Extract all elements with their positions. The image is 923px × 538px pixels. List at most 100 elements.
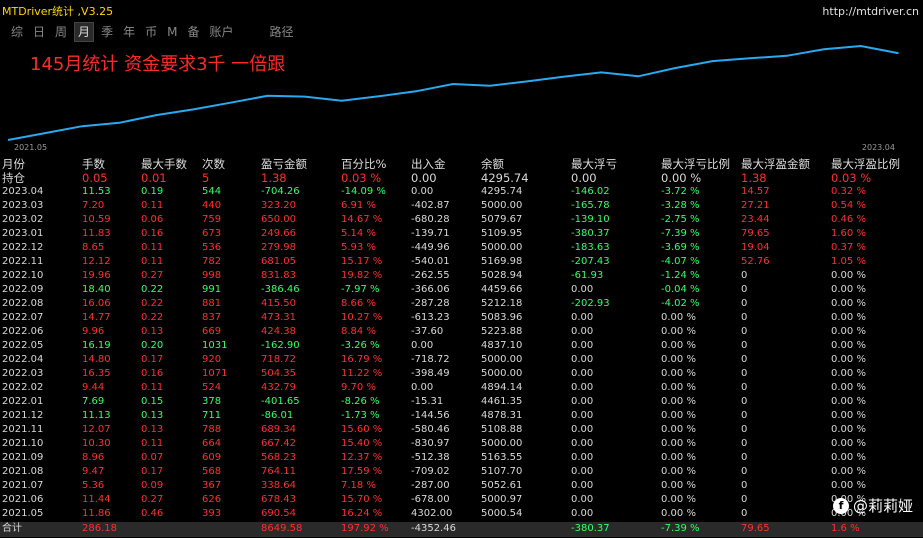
equity-point <box>526 80 528 83</box>
tab-4[interactable]: 季 <box>98 23 116 41</box>
table-row-cell-10: 0 <box>741 466 748 477</box>
table-row-cell-8: 0.00 <box>571 466 594 477</box>
table-row-cell-0: 2022.01 <box>2 396 44 407</box>
tab-9[interactable]: 账户 <box>206 23 236 41</box>
tab-6[interactable]: 币 <box>142 23 160 41</box>
table-row-cell-5: 17.59 % <box>341 466 383 477</box>
table-hold-row-cell-4: 1.38 <box>261 171 287 185</box>
title-bar: MTDriver统计 ,V3.25 http://mtdriver.cn <box>0 0 923 22</box>
table-row-cell-6: -680.28 <box>411 214 450 225</box>
table-row: 2021.12 11.13 0.13 711 -86.01 -1.73 % -144.56 4… <box>0 409 923 423</box>
table-row-cell-0: 2022.05 <box>2 340 44 351</box>
table-row-cell-5: 16.79 % <box>341 354 383 365</box>
table-row-cell-2: 0.11 <box>141 438 164 449</box>
tab-8[interactable]: 备 <box>184 23 202 41</box>
table-row-cell-0: 2023.04 <box>2 186 44 197</box>
equity-point <box>674 67 677 69</box>
table-row-cell-7: 5000.54 <box>481 508 523 519</box>
table-row-cell-11: 0.46 % <box>831 214 866 225</box>
tab-2[interactable]: 周 <box>52 23 70 41</box>
table-row-cell-6: -37.60 <box>411 326 444 337</box>
table-row-cell-7: 5083.96 <box>481 312 523 323</box>
table-row-cell-8: 0.00 <box>571 494 594 505</box>
table-row-cell-7: 5107.70 <box>481 466 523 477</box>
table-row-cell-2: 0.17 <box>141 466 164 477</box>
table-row-cell-9: -3.28 % <box>661 200 700 211</box>
table-row-cell-11: 0.37 % <box>831 242 866 253</box>
equity-point <box>489 84 491 87</box>
table-row-cell-8: 0.00 <box>571 410 594 421</box>
table-row-cell-10: 0 <box>741 508 748 519</box>
table-row-cell-2: 0.19 <box>141 186 164 197</box>
table-row-cell-4: -704.26 <box>261 186 300 197</box>
table-row-cell-2: 0.06 <box>141 214 164 225</box>
table-row-cell-8: -61.93 <box>571 270 604 281</box>
table-row-cell-4: 323.20 <box>261 200 296 211</box>
table-row-cell-7: 5079.67 <box>481 214 523 225</box>
table-header-cell-2: 最大手数 <box>141 157 187 171</box>
table-row-cell-3: 782 <box>202 256 222 267</box>
tab-3[interactable]: 月 <box>74 22 95 42</box>
table-row-cell-9: 0.00 % <box>661 368 696 379</box>
tab-7[interactable]: M <box>164 23 180 41</box>
table-row-cell-8: -207.43 <box>571 256 610 267</box>
table-row: 2022.06 9.96 0.13 669 424.38 8.84 % -37.60 5223… <box>0 325 923 339</box>
table-row-cell-7: 5108.88 <box>481 424 523 435</box>
equity-point <box>81 125 83 127</box>
tab-0[interactable]: 综 <box>8 23 26 41</box>
table-row-cell-5: 6.91 % <box>341 200 376 211</box>
table-row: 2021.05 11.86 0.46 393 690.54 16.24 % 4302.00 5… <box>0 507 923 521</box>
table-row-cell-5: 5.93 % <box>341 242 376 253</box>
table-hold-row-cell-5: 0.03 % <box>341 171 382 185</box>
table-hold-row-cell-8: 0.00 <box>571 171 597 185</box>
table-row: 2022.07 14.77 0.22 837 473.31 10.27 % -613.23 5… <box>0 311 923 325</box>
equity-point <box>748 57 751 60</box>
table-row-cell-3: 664 <box>202 438 222 449</box>
table-row-cell-9: -4.07 % <box>661 256 700 267</box>
table-row: 2021.07 5.36 0.09 367 338.64 7.18 % -287.00 505… <box>0 479 923 493</box>
table-row-cell-1: 9.44 <box>82 382 105 393</box>
equity-point <box>860 45 862 47</box>
table-row-cell-5: 14.67 % <box>341 214 383 225</box>
x-axis-end-label: 2023.04 <box>861 143 895 152</box>
table-row-cell-7: 5000.97 <box>481 494 523 505</box>
table-row-cell-5: 12.37 % <box>341 452 383 463</box>
equity-point <box>897 52 899 54</box>
table-row: 2022.09 18.40 0.22 991 -386.46 -7.97 % -366.06… <box>0 283 923 297</box>
table-row-cell-1: 7.69 <box>82 396 105 407</box>
table-row-cell-1: 11.86 <box>82 508 111 519</box>
table-row-cell-4: 831.83 <box>261 270 296 281</box>
table-row-cell-2: 0.15 <box>141 396 164 407</box>
tab-5[interactable]: 年 <box>120 23 138 41</box>
equity-point <box>44 132 46 134</box>
table-row-cell-4: 504.35 <box>261 368 296 379</box>
table-row: 2021.10 10.30 0.11 664 667.42 15.40 % -830.97 5… <box>0 437 923 451</box>
table-row-cell-9: 0.00 % <box>661 312 696 323</box>
table-row-cell-6: -449.96 <box>411 242 450 253</box>
table-row-cell-4: -401.65 <box>261 396 300 407</box>
table-row-cell-10: 0 <box>741 340 748 351</box>
table-row-cell-0: 2021.05 <box>2 508 44 519</box>
table-row-cell-6: 4302.00 <box>411 508 453 519</box>
table-row-cell-0: 2022.02 <box>2 382 44 393</box>
equity-point <box>118 122 121 124</box>
table-row-cell-4: -386.46 <box>261 284 300 295</box>
table-row-cell-0: 2021.11 <box>2 424 44 435</box>
table-row-cell-7: 5223.88 <box>481 326 523 337</box>
table-header-cell-6: 出入金 <box>411 157 446 171</box>
table-total-row-cell-9: -7.39 % <box>661 523 700 534</box>
table-row-cell-3: 759 <box>202 214 222 225</box>
table-row-cell-11: 0.00 % <box>831 340 866 351</box>
table-row-cell-3: 544 <box>202 186 222 197</box>
table-row-cell-1: 14.77 <box>82 312 111 323</box>
table-row: 2023.04 11.53 0.19 544 -704.26 -14.09 % 0.00 42… <box>0 185 923 199</box>
table-row-cell-1: 18.40 <box>82 284 111 295</box>
table-row-cell-5: -3.26 % <box>341 340 380 351</box>
tab-10[interactable]: 路径 <box>267 23 297 41</box>
site-link[interactable]: http://mtdriver.cn <box>822 5 923 18</box>
table-row-cell-3: 524 <box>202 382 222 393</box>
table-row: 2023.01 11.83 0.16 673 249.66 5.14 % -139.71 51… <box>0 227 923 241</box>
table-row-cell-0: 2023.03 <box>2 200 44 211</box>
table-row-cell-7: 5109.95 <box>481 228 523 239</box>
tab-1[interactable]: 日 <box>30 23 48 41</box>
